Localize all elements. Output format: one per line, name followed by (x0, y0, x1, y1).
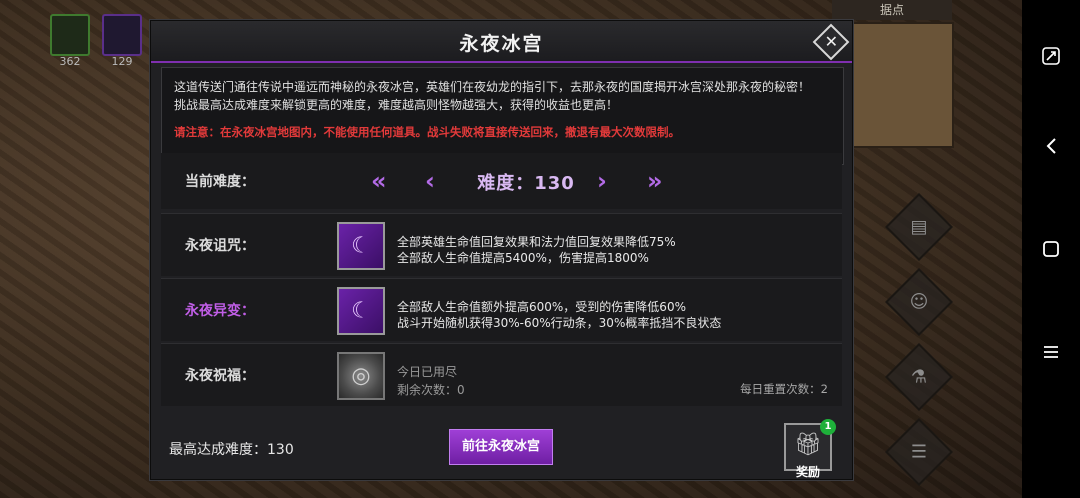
people-icon: ☺ (909, 291, 929, 313)
curse-glyph-icon: ☾ (351, 233, 371, 259)
home-button[interactable] (1022, 229, 1080, 269)
blessing-daily-reset: 每日重置次数：2 (740, 382, 828, 396)
curse-label: 永夜诅咒： (185, 238, 255, 254)
resize-window-button[interactable] (1022, 36, 1080, 76)
blessing-remaining: 剩余次数：0 (397, 383, 465, 397)
scroll-icon: ▤ (910, 216, 928, 238)
recents-button[interactable] (1022, 332, 1080, 372)
difficulty-prev-button[interactable]: ‹ (425, 167, 435, 195)
mutation-label: 永夜异变： (185, 303, 255, 319)
system-nav-bar (1022, 0, 1080, 498)
difficulty-controls: « ‹ 难度：130 › » (371, 167, 681, 195)
hero-count-1: 362 (59, 55, 81, 68)
best-difficulty-text: 最高达成难度：130 (169, 442, 294, 458)
gift-icon: 🎁︎ (794, 432, 822, 458)
difficulty-last-button[interactable]: » (647, 167, 663, 195)
reward-button[interactable]: 🎁︎ 奖励 1 (784, 419, 836, 479)
curse-row: 永夜诅咒： ☾ 全部英雄生命值回复效果和法力值回复效果降低75% 全部敌人生命值… (161, 213, 842, 276)
mutation-glyph-icon: ☾ (351, 298, 371, 324)
description-line-2: 挑战最高达成难度来解锁更高的难度，难度越高则怪物越强大，获得的收益也更高！ (174, 98, 619, 112)
mutation-row: 永夜异变： ☾ 全部敌人生命值额外提高600%，受到的伤害降低60% 战斗开始随… (161, 278, 842, 341)
mutation-icon[interactable]: ☾ (337, 287, 385, 335)
resize-icon (1042, 47, 1060, 65)
potion-icon: ⚗ (910, 366, 928, 388)
ice-palace-dialog: 永夜冰宫 ✕ 这道传送门通往传说中遥远而神秘的永夜冰宫，英雄们在夜幼龙的指引下，… (150, 20, 853, 480)
swirl-icon: ◎ (351, 363, 371, 389)
blessing-status: 今日已用尽 (397, 365, 458, 379)
dialog-title: 永夜冰宫 (459, 33, 544, 55)
difficulty-first-button[interactable]: « (371, 167, 387, 195)
blessing-label: 永夜祝福： (185, 368, 255, 384)
dialog-title-bar: 永夜冰宫 ✕ (151, 21, 852, 63)
hero-count-2: 129 (111, 55, 133, 68)
mutation-effect-line-2: 战斗开始随机获得30%-60%行动条，30%概率抵挡不良状态 (397, 316, 722, 330)
hero-slot-1[interactable] (50, 14, 90, 56)
warning-text: 请注意：在永夜冰宫地图内，不能使用任何道具。战斗失败将直接传送回来，撤退有最大次… (174, 125, 680, 139)
curse-effect-line-1: 全部英雄生命值回复效果和法力值回复效果降低75% (397, 235, 676, 249)
menu-icon (1044, 346, 1058, 358)
back-icon (1046, 138, 1056, 154)
curse-icon[interactable]: ☾ (337, 222, 385, 270)
reward-label: 奖励 (795, 465, 820, 479)
home-icon (1043, 241, 1059, 257)
close-icon: ✕ (824, 32, 838, 52)
go-to-ice-palace-button[interactable]: 前往永夜冰宫 (449, 429, 553, 465)
difficulty-value: 难度：130 (477, 173, 575, 194)
description-line-1: 这道传送门通往传说中遥远而神秘的永夜冰宫，英雄们在夜幼龙的指引下，去那永夜的国度… (174, 80, 811, 94)
hero-slot-2[interactable] (102, 14, 142, 56)
blessing-icon[interactable]: ◎ (337, 352, 385, 400)
mutation-effect-line-1: 全部敌人生命值额外提高600%，受到的伤害降低60% (397, 300, 686, 314)
difficulty-label: 当前难度： (185, 174, 255, 190)
reward-count-badge: 1 (820, 419, 836, 435)
back-button[interactable] (1022, 126, 1080, 166)
minimap-title: 据点 (832, 0, 952, 20)
dialog-footer: 最高达成难度：130 前往永夜冰宫 🎁︎ 奖励 1 (151, 419, 852, 479)
difficulty-next-button[interactable]: › (597, 167, 607, 195)
list-icon: ☰ (910, 441, 928, 463)
description-box: 这道传送门通往传说中遥远而神秘的永夜冰宫，英雄们在夜幼龙的指引下，去那永夜的国度… (161, 67, 844, 165)
curse-effect-line-2: 全部敌人生命值提高5400%，伤害提高1800% (397, 251, 649, 265)
difficulty-row: 当前难度： « ‹ 难度：130 › » (161, 153, 842, 209)
blessing-row: 永夜祝福： ◎ 今日已用尽 剩余次数：0 每日重置次数：2 (161, 343, 842, 406)
